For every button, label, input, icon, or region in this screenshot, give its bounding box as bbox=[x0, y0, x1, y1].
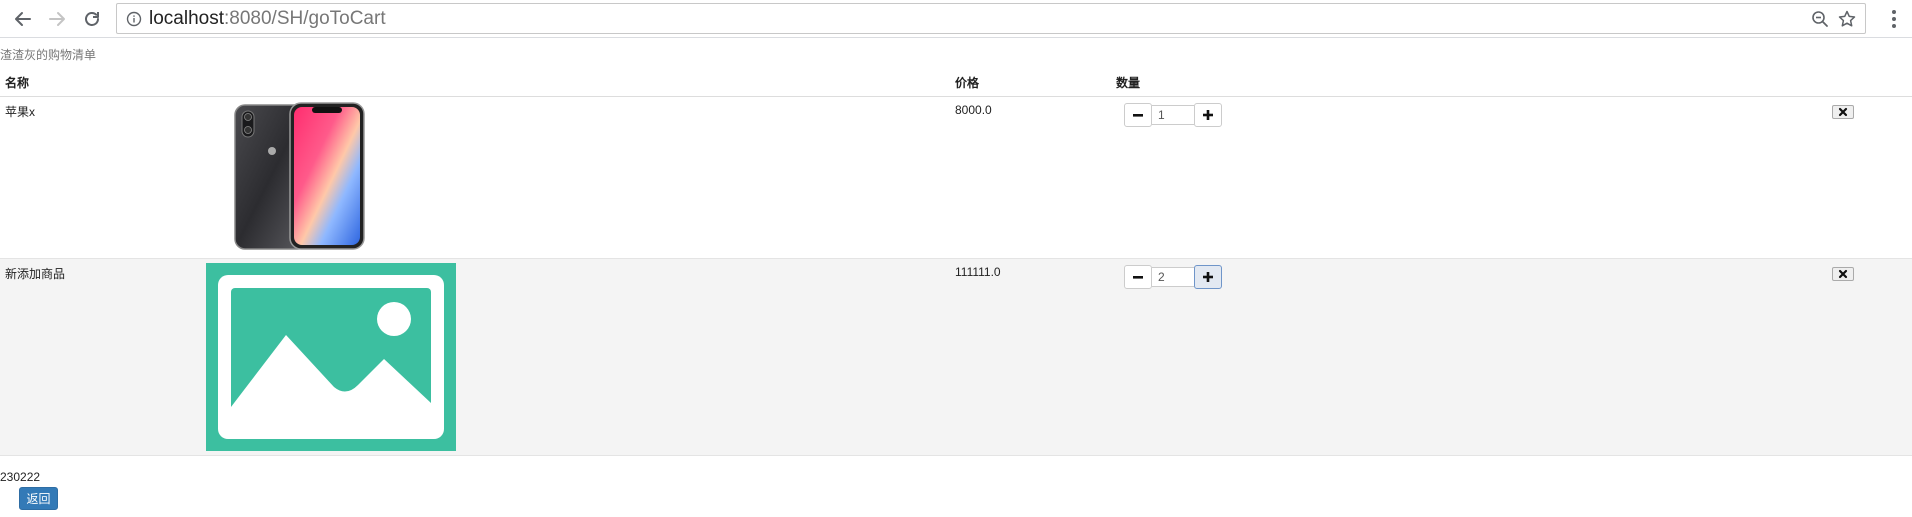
increase-quantity-button[interactable] bbox=[1194, 265, 1222, 289]
browser-menu-button[interactable] bbox=[1884, 8, 1904, 30]
plus-icon bbox=[1203, 110, 1213, 120]
browser-toolbar: localhost:8080/SH/goToCart bbox=[0, 0, 1912, 38]
increase-quantity-button[interactable] bbox=[1194, 103, 1222, 127]
cart-table: 名称 价格 数量 苹果x 8000.0 1 新添加商品 111111.0 2 bbox=[0, 71, 1912, 456]
remove-item-button[interactable] bbox=[1832, 267, 1854, 281]
arrow-right-icon bbox=[49, 12, 65, 26]
reload-button[interactable] bbox=[80, 7, 104, 31]
cart-caption: 渣渣灰的购物清单 bbox=[0, 48, 97, 62]
item-name: 苹果x bbox=[5, 105, 36, 119]
close-icon bbox=[1838, 269, 1848, 279]
decrease-quantity-button[interactable] bbox=[1124, 103, 1152, 127]
table-row: 新添加商品 111111.0 bbox=[0, 259, 1912, 456]
url-text[interactable]: localhost:8080/SH/goToCart bbox=[149, 8, 386, 30]
column-header-price: 价格 bbox=[955, 76, 980, 90]
forward-button[interactable] bbox=[45, 7, 69, 31]
plus-icon bbox=[1203, 272, 1213, 282]
item-price: 111111.0 bbox=[955, 265, 1001, 279]
info-icon[interactable] bbox=[126, 11, 142, 27]
column-header-quantity: 数量 bbox=[1116, 76, 1141, 90]
minus-icon bbox=[1133, 276, 1143, 279]
back-button[interactable] bbox=[11, 7, 35, 31]
image-placeholder-icon bbox=[206, 263, 456, 451]
reload-icon bbox=[85, 12, 99, 26]
item-price: 8000.0 bbox=[955, 103, 992, 117]
decrease-quantity-button[interactable] bbox=[1124, 265, 1152, 289]
quantity-stepper bbox=[1124, 264, 1222, 290]
kebab-menu-icon bbox=[1892, 10, 1896, 28]
arrow-left-icon bbox=[15, 12, 31, 26]
iphone-x-photo bbox=[234, 102, 365, 250]
quantity-input[interactable] bbox=[1152, 105, 1194, 125]
quantity-input[interactable] bbox=[1152, 267, 1194, 287]
cart-total: 230222 bbox=[0, 470, 41, 484]
star-icon[interactable] bbox=[1837, 9, 1857, 29]
column-header-name: 名称 bbox=[5, 76, 30, 90]
address-bar[interactable]: localhost:8080/SH/goToCart bbox=[116, 3, 1866, 34]
item-name: 新添加商品 bbox=[5, 267, 66, 281]
back-button-page[interactable]: 返回 bbox=[19, 487, 58, 510]
remove-item-button[interactable] bbox=[1832, 105, 1854, 119]
url-host: localhost bbox=[149, 8, 224, 29]
url-path: :8080/SH/goToCart bbox=[224, 8, 386, 29]
table-header: 名称 价格 数量 bbox=[0, 71, 1912, 97]
quantity-stepper bbox=[1124, 102, 1222, 128]
zoom-out-icon[interactable] bbox=[1811, 10, 1829, 28]
close-icon bbox=[1838, 107, 1848, 117]
minus-icon bbox=[1133, 114, 1143, 117]
table-row: 苹果x 8000.0 1 bbox=[0, 97, 1912, 259]
